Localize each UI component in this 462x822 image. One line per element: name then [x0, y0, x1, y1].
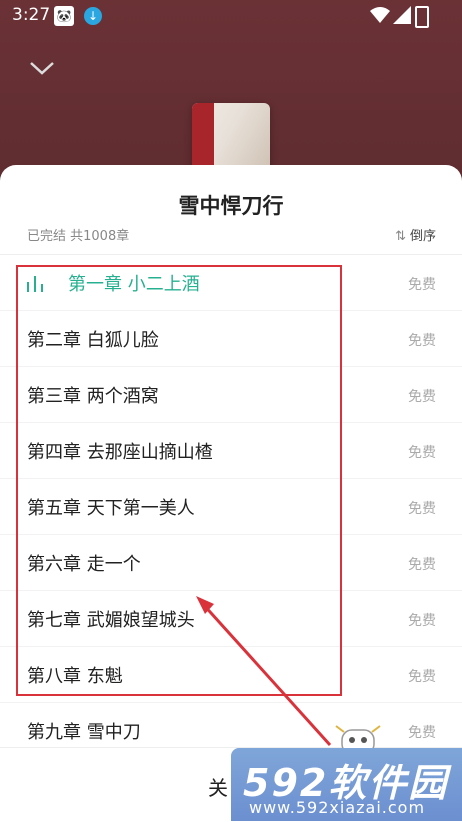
- chapter-price: 免费: [408, 389, 436, 405]
- sort-toggle[interactable]: ⇅ 倒序: [395, 225, 436, 244]
- signal-icon: [393, 6, 411, 24]
- battery-icon: [415, 6, 429, 28]
- chevron-down-icon[interactable]: [28, 58, 56, 78]
- chapter-title: 第九章 雪中刀: [27, 722, 141, 743]
- chapter-price: 免费: [408, 445, 436, 461]
- chapter-price: 免费: [408, 669, 436, 685]
- chapter-price: 免费: [408, 333, 436, 349]
- chapter-price: 免费: [408, 277, 436, 293]
- status-time: 3:27: [12, 5, 51, 25]
- watermark-url: www.592xiazai.com: [249, 798, 426, 817]
- close-button[interactable]: 关: [208, 772, 228, 801]
- book-status: 已完结 共1008章: [27, 229, 130, 244]
- sort-icon: ⇅: [395, 229, 406, 244]
- book-title: 雪中悍刀行: [178, 194, 284, 218]
- download-icon: ↓: [84, 7, 102, 25]
- panda-app-icon: 🐼: [54, 6, 74, 26]
- sort-label: 倒序: [409, 229, 436, 244]
- chapter-price: 免费: [408, 725, 436, 741]
- chapter-price: 免费: [408, 613, 436, 629]
- watermark: 592软件园 www.592xiazai.com: [231, 748, 462, 821]
- wifi-icon: [370, 7, 390, 23]
- chapter-price: 免费: [408, 501, 436, 517]
- highlight-box: [16, 265, 342, 696]
- chapter-price: 免费: [408, 557, 436, 573]
- status-bar: 3:27 🐼 ↓: [0, 0, 462, 32]
